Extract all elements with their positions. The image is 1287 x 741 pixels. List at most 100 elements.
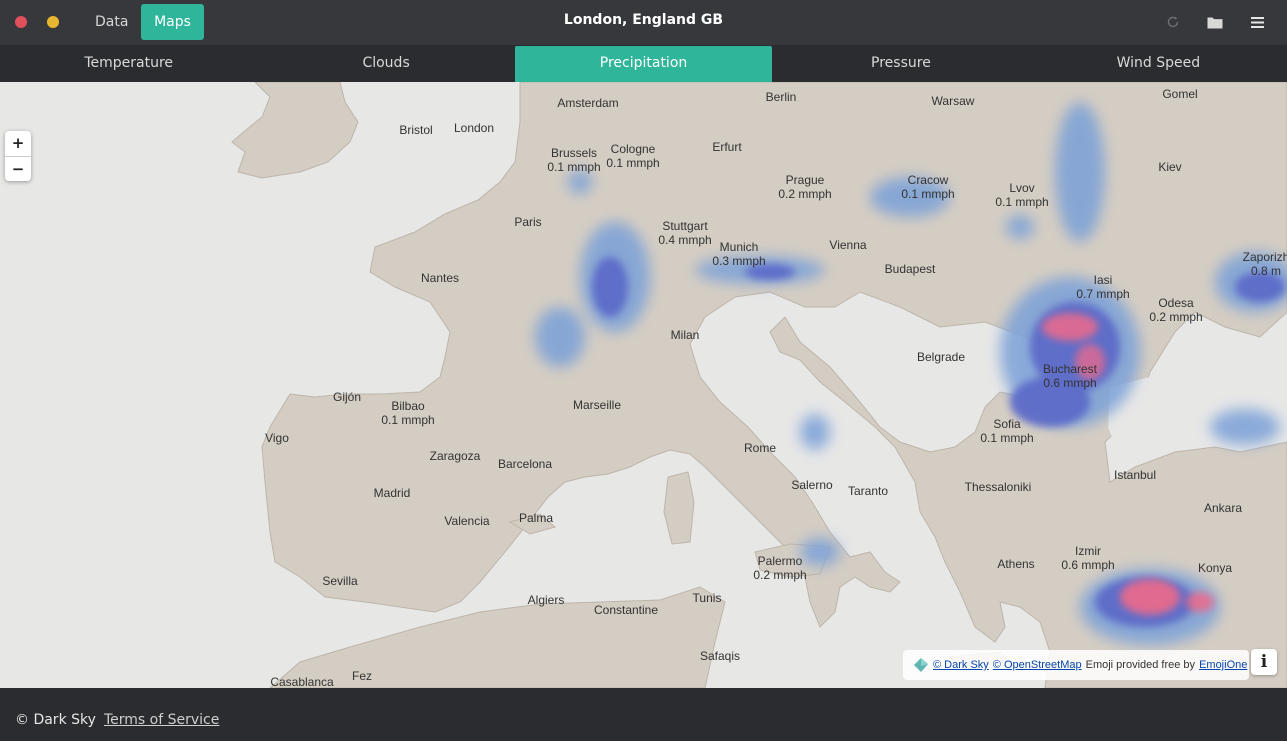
precipitation-value: 0.8 m xyxy=(1250,264,1281,278)
city-name: Marseille xyxy=(572,398,622,412)
zoom-control: + − xyxy=(5,131,31,181)
city-label: Vigo xyxy=(265,431,289,445)
precipitation-value: 0.6 mmph xyxy=(1061,558,1115,572)
city-label: Bristol xyxy=(399,123,432,137)
title-bar: Data Maps London, England GB xyxy=(0,0,1287,45)
city-label: Zaporizh 0.8 m xyxy=(1243,250,1287,278)
city-name: Istanbul xyxy=(1113,468,1157,482)
city-name: Safaqis xyxy=(699,649,741,663)
footer-copyright: © Dark Sky xyxy=(15,712,96,728)
footer: © Dark Sky Terms of Service xyxy=(0,688,1287,741)
precipitation-map[interactable]: Amsterdam Berlin Warsaw Gomel Bristol London B… xyxy=(0,82,1287,688)
emojione-link[interactable]: EmojiOne xyxy=(1199,659,1247,671)
city-label: Brussels 0.1 mmph xyxy=(547,146,600,174)
layer-tab-precipitation[interactable]: Precipitation xyxy=(514,46,773,82)
precipitation-value: 0.3 mmph xyxy=(712,254,766,268)
city-name: Tunis xyxy=(692,591,722,605)
map-info-button[interactable]: i xyxy=(1251,649,1277,675)
dark-sky-logo-icon xyxy=(914,658,928,672)
city-label: Fez xyxy=(352,669,372,683)
city-name: Kiev xyxy=(1158,160,1182,174)
close-window-button[interactable] xyxy=(15,16,27,28)
city-name: Stuttgart xyxy=(662,219,708,233)
city-label: Taranto xyxy=(848,484,888,498)
city-name: Taranto xyxy=(847,484,889,498)
city-name: Cologne xyxy=(610,142,656,156)
layer-tab-wind-speed[interactable]: Wind Speed xyxy=(1030,45,1287,82)
city-label: Munich 0.3 mmph xyxy=(712,240,765,268)
city-label: Gijón xyxy=(333,390,361,404)
city-name: Constantine xyxy=(593,603,659,617)
city-label: Amsterdam xyxy=(557,96,618,110)
city-label: Barcelona xyxy=(498,457,552,471)
city-label: Bucharest 0.6 mmph xyxy=(1043,362,1097,390)
terms-of-service-link[interactable]: Terms of Service xyxy=(104,712,219,728)
tab-data[interactable]: Data xyxy=(79,4,144,40)
layer-tab-temperature[interactable]: Temperature xyxy=(0,45,257,82)
city-name: Izmir xyxy=(1074,544,1101,558)
city-name: Zaragoza xyxy=(429,449,481,463)
precipitation-value: 0.1 mmph xyxy=(980,431,1034,445)
city-label: Prague 0.2 mmph xyxy=(778,173,831,201)
city-label: Budapest xyxy=(885,262,936,276)
city-label: Sofia 0.1 mmph xyxy=(980,417,1033,445)
city-label: Zaragoza xyxy=(430,449,481,463)
menu-icon[interactable] xyxy=(1247,12,1267,32)
folder-icon[interactable] xyxy=(1205,12,1225,32)
tab-maps[interactable]: Maps xyxy=(141,4,204,40)
dark-sky-link[interactable]: © Dark Sky xyxy=(933,659,989,671)
city-label: Istanbul xyxy=(1114,468,1156,482)
openstreetmap-link[interactable]: © OpenStreetMap xyxy=(993,659,1082,671)
city-label: Tunis xyxy=(693,591,722,605)
emoji-credit-text: Emoji provided free by xyxy=(1085,659,1196,671)
city-label: Paris xyxy=(514,215,541,229)
city-name: Vienna xyxy=(829,238,867,252)
city-name: Odesa xyxy=(1158,296,1194,310)
city-label: Lvov 0.1 mmph xyxy=(995,181,1048,209)
city-name: Nantes xyxy=(420,271,460,285)
city-label: Konya xyxy=(1198,561,1232,575)
city-label: Madrid xyxy=(374,486,411,500)
precipitation-value: 0.2 mmph xyxy=(753,568,807,582)
city-label: Marseille xyxy=(573,398,621,412)
city-label: Valencia xyxy=(444,514,489,528)
city-name: Sevilla xyxy=(322,574,358,588)
city-label: Casablanca xyxy=(270,675,333,688)
city-label: Cracow 0.1 mmph xyxy=(901,173,954,201)
city-label: Milan xyxy=(671,328,700,342)
precipitation-value: 0.2 mmph xyxy=(778,187,832,201)
city-name: Paris xyxy=(514,215,542,229)
city-label: Vienna xyxy=(829,238,866,252)
city-label: Salerno xyxy=(791,478,832,492)
map-layer-tabs: Temperature Clouds Precipitation Pressur… xyxy=(0,45,1287,82)
precipitation-value: 0.1 mmph xyxy=(995,195,1049,209)
city-label: Stuttgart 0.4 mmph xyxy=(658,219,711,247)
city-label: Thessaloniki xyxy=(965,480,1032,494)
minimize-window-button[interactable] xyxy=(47,16,59,28)
zoom-in-button[interactable]: + xyxy=(5,131,31,156)
city-name: Belgrade xyxy=(916,350,966,364)
precipitation-value: 0.7 mmph xyxy=(1076,287,1130,301)
city-name: Vigo xyxy=(265,431,289,445)
city-name: Bilbao xyxy=(391,399,425,413)
city-name: Algiers xyxy=(527,593,565,607)
city-name: Milan xyxy=(670,328,700,342)
precipitation-value: 0.1 mmph xyxy=(606,156,660,170)
city-label: Berlin xyxy=(766,90,797,104)
city-name: Barcelona xyxy=(497,457,553,471)
city-name: Ankara xyxy=(1203,501,1243,515)
city-name: Casablanca xyxy=(270,675,334,688)
zoom-out-button[interactable]: − xyxy=(5,156,31,181)
precipitation-value: 0.1 mmph xyxy=(547,160,601,174)
city-name: Madrid xyxy=(373,486,411,500)
city-name: London xyxy=(453,121,495,135)
city-label: Kiev xyxy=(1158,160,1181,174)
city-label: London xyxy=(454,121,494,135)
layer-tab-pressure[interactable]: Pressure xyxy=(772,45,1029,82)
refresh-icon[interactable] xyxy=(1163,12,1183,32)
layer-tab-clouds[interactable]: Clouds xyxy=(257,45,514,82)
city-label: Nantes xyxy=(421,271,459,285)
city-name: Palma xyxy=(518,511,554,525)
city-name: Warsaw xyxy=(931,94,975,108)
city-label: Rome xyxy=(744,441,776,455)
